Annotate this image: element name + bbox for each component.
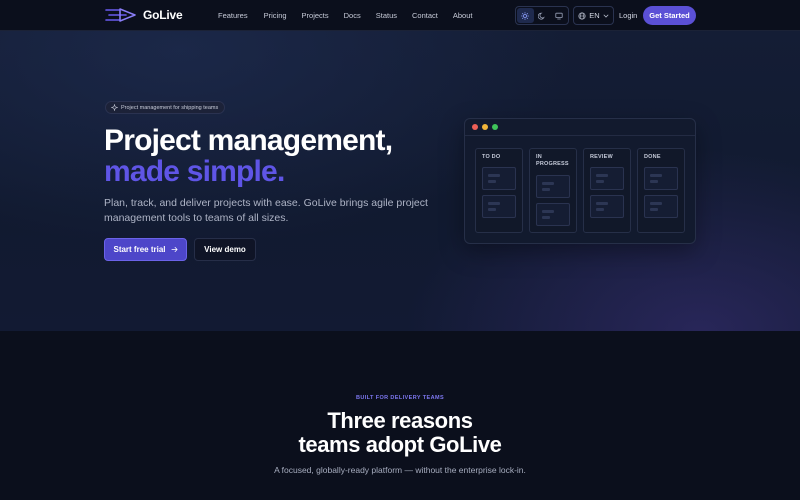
arrow-right-icon (170, 247, 178, 252)
nav-link-projects[interactable]: Projects (302, 11, 329, 20)
column-title: DONE (644, 154, 661, 160)
hero-subtext: Plan, track, and deliver projects with e… (104, 197, 428, 224)
theme-switcher (515, 6, 569, 25)
kanban-board-preview: TO DO IN PROGRESS REVIEW DONE (464, 118, 696, 244)
column-title: REVIEW (590, 154, 613, 160)
section-title: Three reasons teams adopt GoLive (0, 409, 800, 457)
hero-section: Project management for shipping teams Pr… (0, 31, 800, 331)
section-title-line-2: teams adopt GoLive (298, 432, 502, 457)
task-card (590, 195, 624, 218)
column-title: TO DO (482, 154, 501, 160)
dark-theme-button[interactable] (534, 8, 551, 23)
hero-headline: Project management, made simple. (104, 124, 393, 188)
reasons-section: BUILT FOR DELIVERY TEAMS Three reasons t… (0, 331, 800, 500)
language-label: EN (589, 11, 600, 20)
window-controls (472, 124, 498, 130)
nav-link-docs[interactable]: Docs (344, 11, 361, 20)
section-eyebrow: BUILT FOR DELIVERY TEAMS (355, 395, 445, 401)
view-demo-button[interactable]: View demo (194, 238, 256, 261)
language-selector[interactable]: EN (573, 6, 614, 25)
start-free-trial-button[interactable]: Start free trial (104, 238, 187, 261)
board-divider (465, 135, 695, 136)
close-dot (472, 124, 478, 130)
section-subtitle: A focused, globally-ready platform — wit… (274, 465, 526, 475)
task-card (590, 167, 624, 190)
monitor-icon (555, 12, 563, 19)
sparkle-icon (111, 104, 118, 111)
task-card (644, 167, 678, 190)
hero-tag: Project management for shipping teams (105, 101, 226, 114)
start-free-trial-label: Start free trial (113, 245, 166, 254)
login-link[interactable]: Login (619, 0, 637, 31)
nav-links: Features Pricing Projects Docs Status Co… (218, 0, 472, 31)
speed-arrow-icon (104, 7, 138, 23)
light-theme-button[interactable] (517, 8, 534, 23)
board-column-done: DONE (637, 148, 685, 233)
nav-link-contact[interactable]: Contact (412, 11, 438, 20)
nav-link-pricing[interactable]: Pricing (264, 11, 287, 20)
board-column-in-progress: IN PROGRESS (529, 148, 577, 233)
section-title-line-1: Three reasons (327, 408, 473, 433)
nav-link-about[interactable]: About (453, 11, 473, 20)
brand-logo[interactable]: GoLive (104, 7, 183, 23)
column-title: IN PROGRESS (536, 154, 569, 167)
system-theme-button[interactable] (550, 8, 567, 23)
headline-line-1: Project management, (104, 124, 393, 157)
headline-line-2: made simple. (104, 155, 285, 188)
top-navigation: GoLive Features Pricing Projects Docs St… (0, 0, 800, 31)
moon-icon (538, 12, 545, 20)
task-card (536, 175, 570, 198)
chevron-down-icon (603, 14, 609, 18)
task-card (482, 195, 516, 218)
hero-tag-label: Project management for shipping teams (121, 104, 219, 111)
nav-link-features[interactable]: Features (218, 11, 248, 20)
board-column-todo: TO DO (475, 148, 523, 233)
minimize-dot (482, 124, 488, 130)
board-column-review: REVIEW (583, 148, 631, 233)
nav-link-status[interactable]: Status (376, 11, 397, 20)
task-card (644, 195, 678, 218)
get-started-button[interactable]: Get Started (643, 6, 696, 25)
sun-icon (521, 11, 530, 20)
task-card (482, 167, 516, 190)
globe-icon (578, 11, 586, 20)
maximize-dot (492, 124, 498, 130)
brand-name: GoLive (143, 8, 183, 22)
task-card (536, 203, 570, 226)
